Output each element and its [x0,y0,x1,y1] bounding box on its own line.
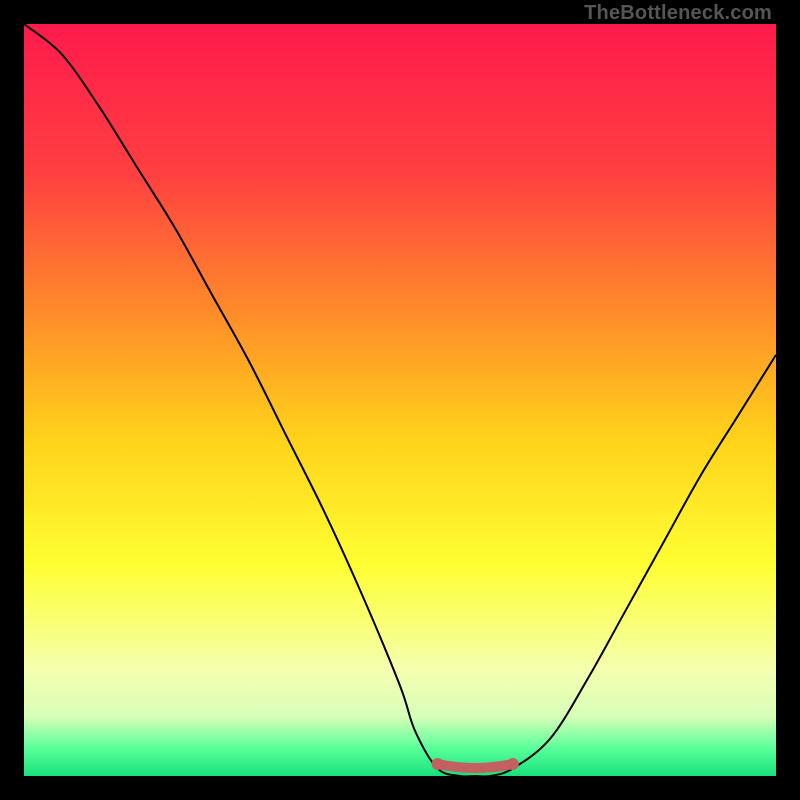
plot-area [24,24,776,776]
valley-dot-right [507,758,519,770]
curve-layer [24,24,776,776]
watermark-text: TheBottleneck.com [584,2,772,25]
valley-flat-marker [438,764,513,768]
chart-frame: TheBottleneck.com [0,0,800,800]
valley-dot-left [432,758,444,770]
bottleneck-curve [24,24,776,776]
